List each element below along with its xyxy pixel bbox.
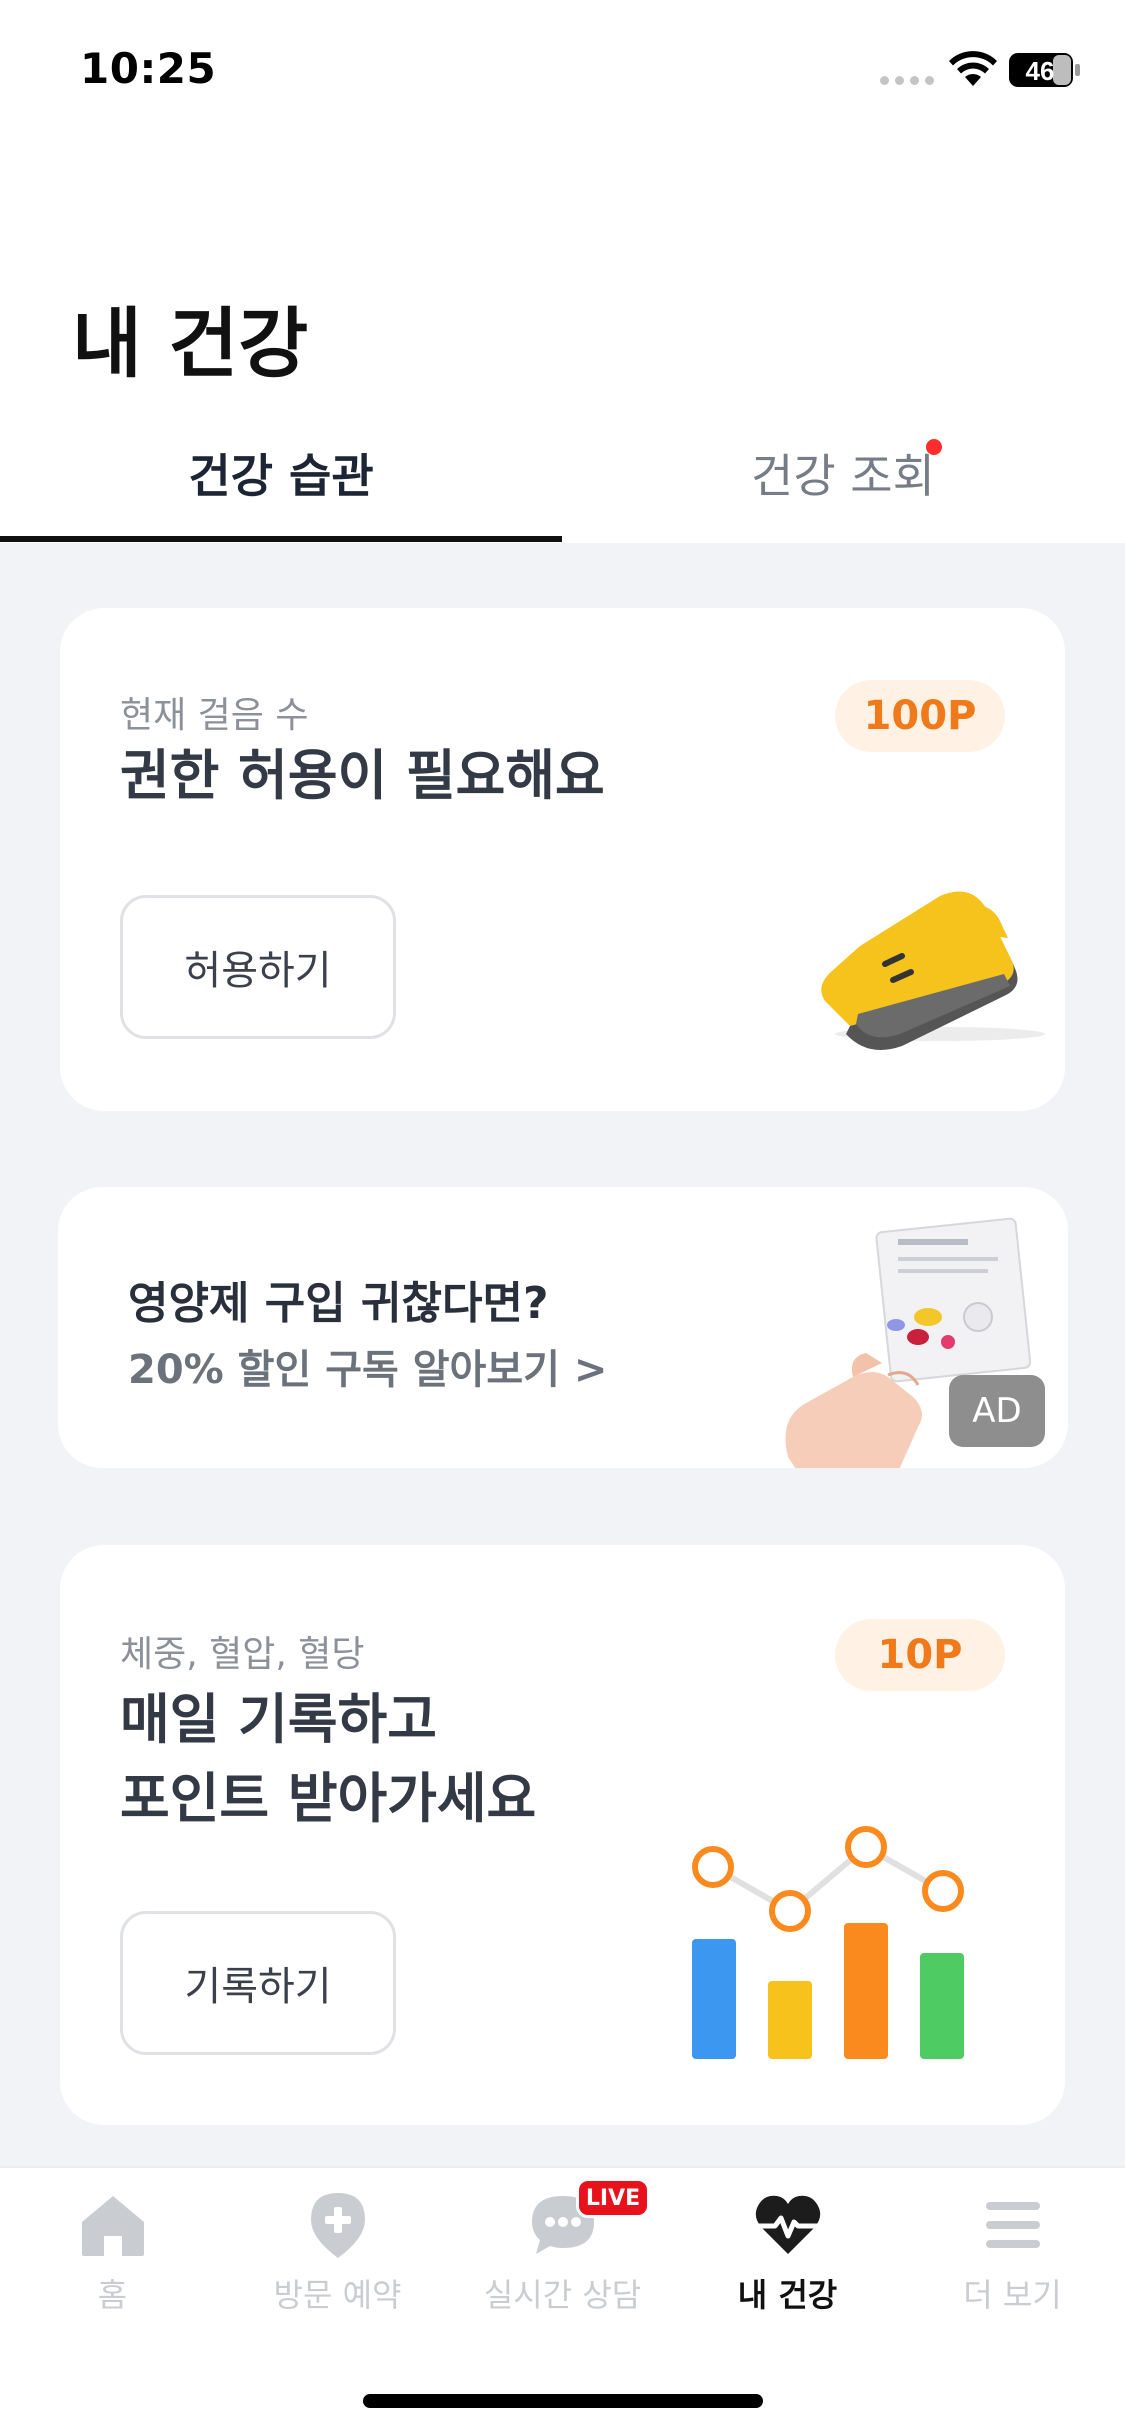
location-plus-icon [310,2193,365,2258]
allow-button[interactable]: 허용하기 [120,895,396,1039]
tab-health-view[interactable]: 건강 조회 [562,440,1124,506]
home-icon [81,2196,144,2256]
battery-icon: 46 [1009,53,1080,87]
nav-visit-reservation[interactable]: 방문 예약 [225,2190,450,2316]
tab-health-habits[interactable]: 건강 습관 [0,440,562,506]
screen: 10:25 46 내 건강 건강 습관 건강 조회 현재 걸음 수 권한 허용이… [0,0,1125,2436]
home-indicator[interactable] [363,2394,763,2408]
points-badge: 10P [835,1619,1005,1691]
sneaker-icon [821,891,1045,1050]
steps-title: 권한 허용이 필요해요 [120,744,605,807]
menu-icon [985,2202,1040,2248]
ad-title: 영양제 구입 귀찮다면? [128,1278,549,1329]
new-indicator-dot [926,439,942,455]
nav-live-label: 실시간 상담 [483,2276,642,2314]
points-badge: 100P [835,680,1005,752]
ad-badge: AD [949,1375,1045,1447]
steps-card: 현재 걸음 수 권한 허용이 필요해요 100P 허용하기 [60,608,1065,1111]
nav-more[interactable]: 더 보기 [900,2190,1125,2316]
nav-my-health-label: 내 건강 [737,2276,838,2314]
record-subtitle: 체중, 혈압, 혈당 [120,1634,365,1675]
nav-my-health[interactable]: 내 건강 [675,2190,900,2316]
battery-level: 46 [1026,56,1055,86]
nav-more-label: 더 보기 [963,2276,1062,2314]
record-title-line1: 매일 기록하고 [120,1688,437,1751]
nav-home-label: 홈 [97,2276,128,2314]
steps-subtitle: 현재 걸음 수 [120,695,309,736]
status-time: 10:25 [80,44,217,93]
nav-visit-label: 방문 예약 [273,2276,402,2314]
ad-banner[interactable]: 영양제 구입 귀찮다면? 20% 할인 구독 알아보기 > AD [58,1187,1068,1468]
record-card: 체중, 혈압, 혈당 매일 기록하고 포인트 받아가세요 10P 기록하기 [60,1545,1065,2125]
record-button[interactable]: 기록하기 [120,1911,396,2055]
wifi-icon [949,51,997,86]
heart-pulse-icon [754,2195,821,2254]
bar-line-chart-icon [692,1826,964,2059]
nav-home[interactable]: 홈 [0,2190,225,2316]
record-title-line2: 포인트 받아가세요 [120,1767,537,1830]
live-badge: LIVE [576,2178,650,2218]
ad-subtitle-link[interactable]: 20% 할인 구독 알아보기 > [128,1337,607,1395]
signal-dots-icon [880,76,934,85]
active-tab-underline [0,536,562,542]
page-title: 내 건강 [72,299,309,388]
